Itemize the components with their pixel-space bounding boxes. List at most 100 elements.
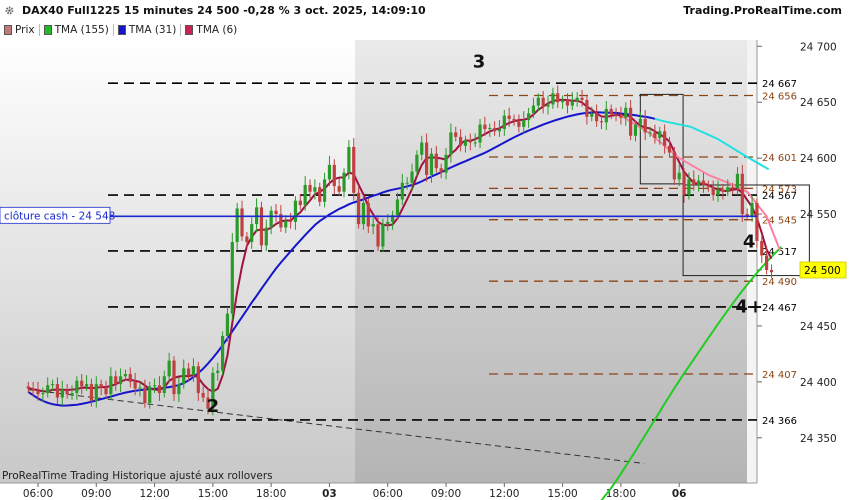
candle-body xyxy=(80,380,84,387)
x-tick-label: 09:00 xyxy=(431,488,461,500)
candle-body xyxy=(55,384,60,398)
candle-body xyxy=(376,224,380,247)
candle-body xyxy=(264,227,268,246)
x-tick-label: 12:00 xyxy=(489,488,519,500)
candle-body xyxy=(731,187,735,189)
candle-body xyxy=(687,179,691,196)
candle-body xyxy=(604,108,608,123)
candle-body xyxy=(395,199,400,216)
wave-label: 4+ xyxy=(735,297,763,318)
candle-body xyxy=(706,184,710,188)
candle-body xyxy=(434,153,438,169)
candle-body xyxy=(648,132,652,134)
x-tick-label: 15:00 xyxy=(547,488,577,500)
candle-body xyxy=(463,140,468,146)
candle-body xyxy=(556,93,560,103)
footer-note: ProRealTime Trading Historique ajusté au… xyxy=(2,470,273,482)
candle-body xyxy=(46,385,50,394)
candle-body xyxy=(735,173,740,189)
candle-body xyxy=(716,189,720,196)
candle-body xyxy=(755,202,759,241)
candle-body xyxy=(527,113,531,121)
candle-body xyxy=(614,114,618,116)
plot-background-day2 xyxy=(355,40,747,483)
candle-body xyxy=(104,387,108,395)
candle-body xyxy=(293,200,298,222)
x-tick-label: 12:00 xyxy=(139,488,169,500)
candle-body xyxy=(697,180,701,185)
x-tick-label: 15:00 xyxy=(198,488,228,500)
candle-body xyxy=(60,389,64,398)
candle-body xyxy=(672,152,676,180)
candle-body xyxy=(565,99,570,106)
y-tick-label: 24 550 xyxy=(800,209,837,221)
candle-body xyxy=(322,179,327,202)
candle-body xyxy=(109,376,113,395)
y-tick-label: 24 600 xyxy=(800,153,837,165)
wave-label: 3 xyxy=(473,52,486,73)
candle-body xyxy=(643,118,647,133)
candle-body xyxy=(580,97,584,100)
level-label-brown: 24 573 xyxy=(762,184,797,195)
cash-close-label: clôture cash - 24 548 xyxy=(4,210,115,222)
candle-body xyxy=(177,384,181,395)
candle-body xyxy=(483,124,487,130)
candle-body xyxy=(313,187,317,192)
candle-body xyxy=(497,129,502,132)
candle-body xyxy=(235,208,239,243)
candle-body xyxy=(240,208,244,237)
wave-label: 4 xyxy=(743,232,756,253)
candle-body xyxy=(663,131,667,146)
candle-body xyxy=(619,115,623,118)
candle-body xyxy=(216,370,220,373)
candle-body xyxy=(541,97,545,107)
plot-background-day1 xyxy=(0,40,355,483)
candle-body xyxy=(128,374,132,382)
candle-body xyxy=(502,115,506,130)
candle-body xyxy=(138,387,142,389)
level-label-brown: 24 656 xyxy=(762,91,797,102)
candle-body xyxy=(371,224,375,227)
tma155-line-end xyxy=(779,246,782,249)
candle-body xyxy=(148,386,152,404)
candle-body xyxy=(356,192,361,225)
candle-body xyxy=(230,242,234,314)
candle-body xyxy=(444,154,448,173)
candle-body xyxy=(701,180,706,185)
candle-body xyxy=(415,154,419,172)
candle-body xyxy=(726,187,730,192)
x-tick-label: 06:00 xyxy=(23,488,53,500)
y-tick-label: 24 350 xyxy=(800,433,837,445)
candle-body xyxy=(561,99,565,103)
candle-body xyxy=(70,393,74,395)
candle-body xyxy=(546,104,550,107)
level-label-black: 24 366 xyxy=(762,416,797,427)
price-chart[interactable]: 06:00 09:00 12:00 15:00 18:00 03 06:00 09:00 12:… xyxy=(0,0,850,500)
wave-label: 2 xyxy=(207,396,220,417)
candle-body xyxy=(196,366,200,394)
candle-body xyxy=(410,171,414,183)
candle-body xyxy=(507,115,511,119)
candle-body xyxy=(760,240,764,256)
candle-body xyxy=(284,220,288,228)
candle-body xyxy=(609,108,613,115)
candle-body xyxy=(429,153,434,175)
candle-body xyxy=(512,118,516,122)
x-tick-label: 18:00 xyxy=(256,488,286,500)
candle-body xyxy=(585,99,589,117)
candle-body xyxy=(250,224,254,243)
last-price-label: 24 500 xyxy=(804,265,841,277)
candle-body xyxy=(478,124,482,143)
candle-body xyxy=(89,384,94,401)
candle-body xyxy=(488,127,492,130)
candle-body xyxy=(84,384,89,387)
candle-body xyxy=(133,381,137,389)
candle-body xyxy=(269,210,273,228)
x-tick-label: 06:00 xyxy=(373,488,403,500)
candle-body xyxy=(570,101,574,106)
candle-body xyxy=(65,389,69,395)
candle-body xyxy=(143,387,147,404)
candle-body xyxy=(361,202,366,225)
candle-body xyxy=(41,393,45,395)
candle-body xyxy=(94,384,98,401)
